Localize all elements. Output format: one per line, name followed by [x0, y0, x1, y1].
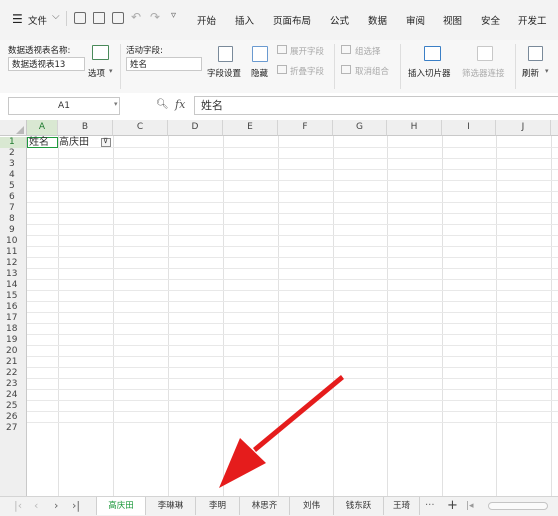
function-icon[interactable]: fx: [175, 98, 185, 111]
more-sheets-button[interactable]: ···: [425, 497, 435, 515]
ungroup-button[interactable]: 取消组合: [355, 65, 389, 77]
sheet-tab-liuwei[interactable]: 刘伟: [290, 497, 334, 515]
options-dropdown-icon[interactable]: ▾: [109, 67, 113, 75]
collapse-field-icon: [277, 65, 287, 74]
group-select-icon: [341, 45, 351, 54]
pivot-name-field[interactable]: 数据透视表13: [8, 57, 85, 71]
tab-formulas[interactable]: 公式: [330, 13, 349, 27]
insert-slicer-icon[interactable]: [424, 46, 441, 61]
options-button[interactable]: 选项: [88, 67, 105, 79]
refresh-icon[interactable]: [528, 46, 543, 61]
expand-field-button[interactable]: 展开字段: [290, 45, 324, 57]
hide-icon[interactable]: [252, 46, 268, 62]
next-sheet-icon[interactable]: ›: [54, 497, 58, 515]
insert-slicer-button[interactable]: 插入切片器: [408, 67, 451, 79]
expand-field-icon: [277, 45, 287, 54]
add-sheet-button[interactable]: +: [447, 497, 458, 515]
divider: [400, 44, 401, 89]
tab-home[interactable]: 开始: [197, 13, 216, 27]
first-sheet-icon[interactable]: |‹: [14, 497, 22, 515]
name-box[interactable]: A1: [8, 97, 120, 115]
prev-sheet-icon[interactable]: ‹: [34, 497, 38, 515]
sheet-tab-wangqi[interactable]: 王琦: [384, 497, 420, 515]
group-select-button[interactable]: 组选择: [355, 45, 381, 57]
zoom-search-icon[interactable]: 🔍︎: [156, 99, 169, 110]
hide-button[interactable]: 隐藏: [251, 67, 268, 79]
sheet-tab-qiandongyue[interactable]: 钱东跃: [334, 497, 384, 515]
pivot-name-label: 数据透视表名称:: [8, 46, 71, 56]
divider: [120, 44, 121, 89]
sheet-tab-lilinlin[interactable]: 李琳琳: [146, 497, 196, 515]
horizontal-scrollbar[interactable]: [488, 502, 548, 510]
hamburger-icon[interactable]: ☰: [12, 12, 23, 26]
quick-access-dropdown-icon[interactable]: ▿: [171, 10, 176, 21]
tab-data[interactable]: 数据: [368, 13, 387, 27]
active-field-input[interactable]: 姓名: [126, 57, 202, 71]
tab-security[interactable]: 安全: [481, 13, 500, 27]
tab-insert[interactable]: 插入: [235, 13, 254, 27]
ribbon: 数据透视表名称: 数据透视表13 选项 ▾ 活动字段: 姓名 字段设置 隐藏 展…: [0, 40, 558, 94]
filter-connections-icon: [477, 46, 493, 61]
spreadsheet-grid[interactable]: A B C D E F G H I J 1 2 3 4 5 6 7 8 9 10…: [0, 120, 558, 496]
last-sheet-icon[interactable]: ›|: [72, 497, 80, 515]
divider: [334, 44, 335, 89]
tab-review[interactable]: 审阅: [406, 13, 425, 27]
scroll-left-icon[interactable]: |◂: [466, 497, 474, 515]
refresh-dropdown-icon[interactable]: ▾: [545, 67, 549, 75]
active-field-label: 活动字段:: [126, 46, 163, 56]
tab-developer[interactable]: 开发工: [518, 13, 547, 27]
name-box-dropdown-icon[interactable]: ▾: [114, 100, 118, 108]
undo-icon[interactable]: ↶: [131, 10, 141, 24]
tab-view[interactable]: 视图: [443, 13, 462, 27]
sheet-tab-linsiqi[interactable]: 林思齐: [240, 497, 290, 515]
pivot-options-icon[interactable]: [92, 45, 109, 60]
print-icon[interactable]: [93, 12, 105, 24]
filter-connections-button[interactable]: 筛选器连接: [462, 67, 505, 79]
collapse-field-button[interactable]: 折叠字段: [290, 65, 324, 77]
annotation-arrow: [219, 375, 344, 488]
chevron-down-icon[interactable]: ⌵: [52, 11, 60, 22]
sheet-tab-gaoqingtian[interactable]: 高庆田: [96, 497, 146, 515]
divider: [66, 11, 67, 26]
refresh-button[interactable]: 刷新: [522, 67, 539, 79]
field-settings-button[interactable]: 字段设置: [207, 67, 241, 79]
sheet-tab-liming[interactable]: 李明: [196, 497, 240, 515]
save-icon[interactable]: [74, 12, 86, 24]
divider: [515, 44, 516, 89]
ungroup-icon: [341, 65, 351, 74]
tab-page-layout[interactable]: 页面布局: [273, 13, 311, 27]
sheet-tab-bar: |‹ ‹ › ›| 高庆田 李琳琳 李明 林思齐 刘伟 钱东跃 王琦 ··· +…: [0, 496, 558, 516]
redo-icon[interactable]: ↷: [150, 10, 160, 24]
file-menu[interactable]: 文件: [28, 13, 47, 27]
formula-input[interactable]: 姓名: [194, 96, 558, 115]
print-preview-icon[interactable]: [112, 12, 124, 24]
field-settings-icon[interactable]: [218, 46, 233, 62]
menu-bar: ☰ 文件 ⌵ ↶ ↷ ▿ 开始 插入 页面布局 公式 数据 审阅 视图 安全 开…: [0, 0, 558, 40]
